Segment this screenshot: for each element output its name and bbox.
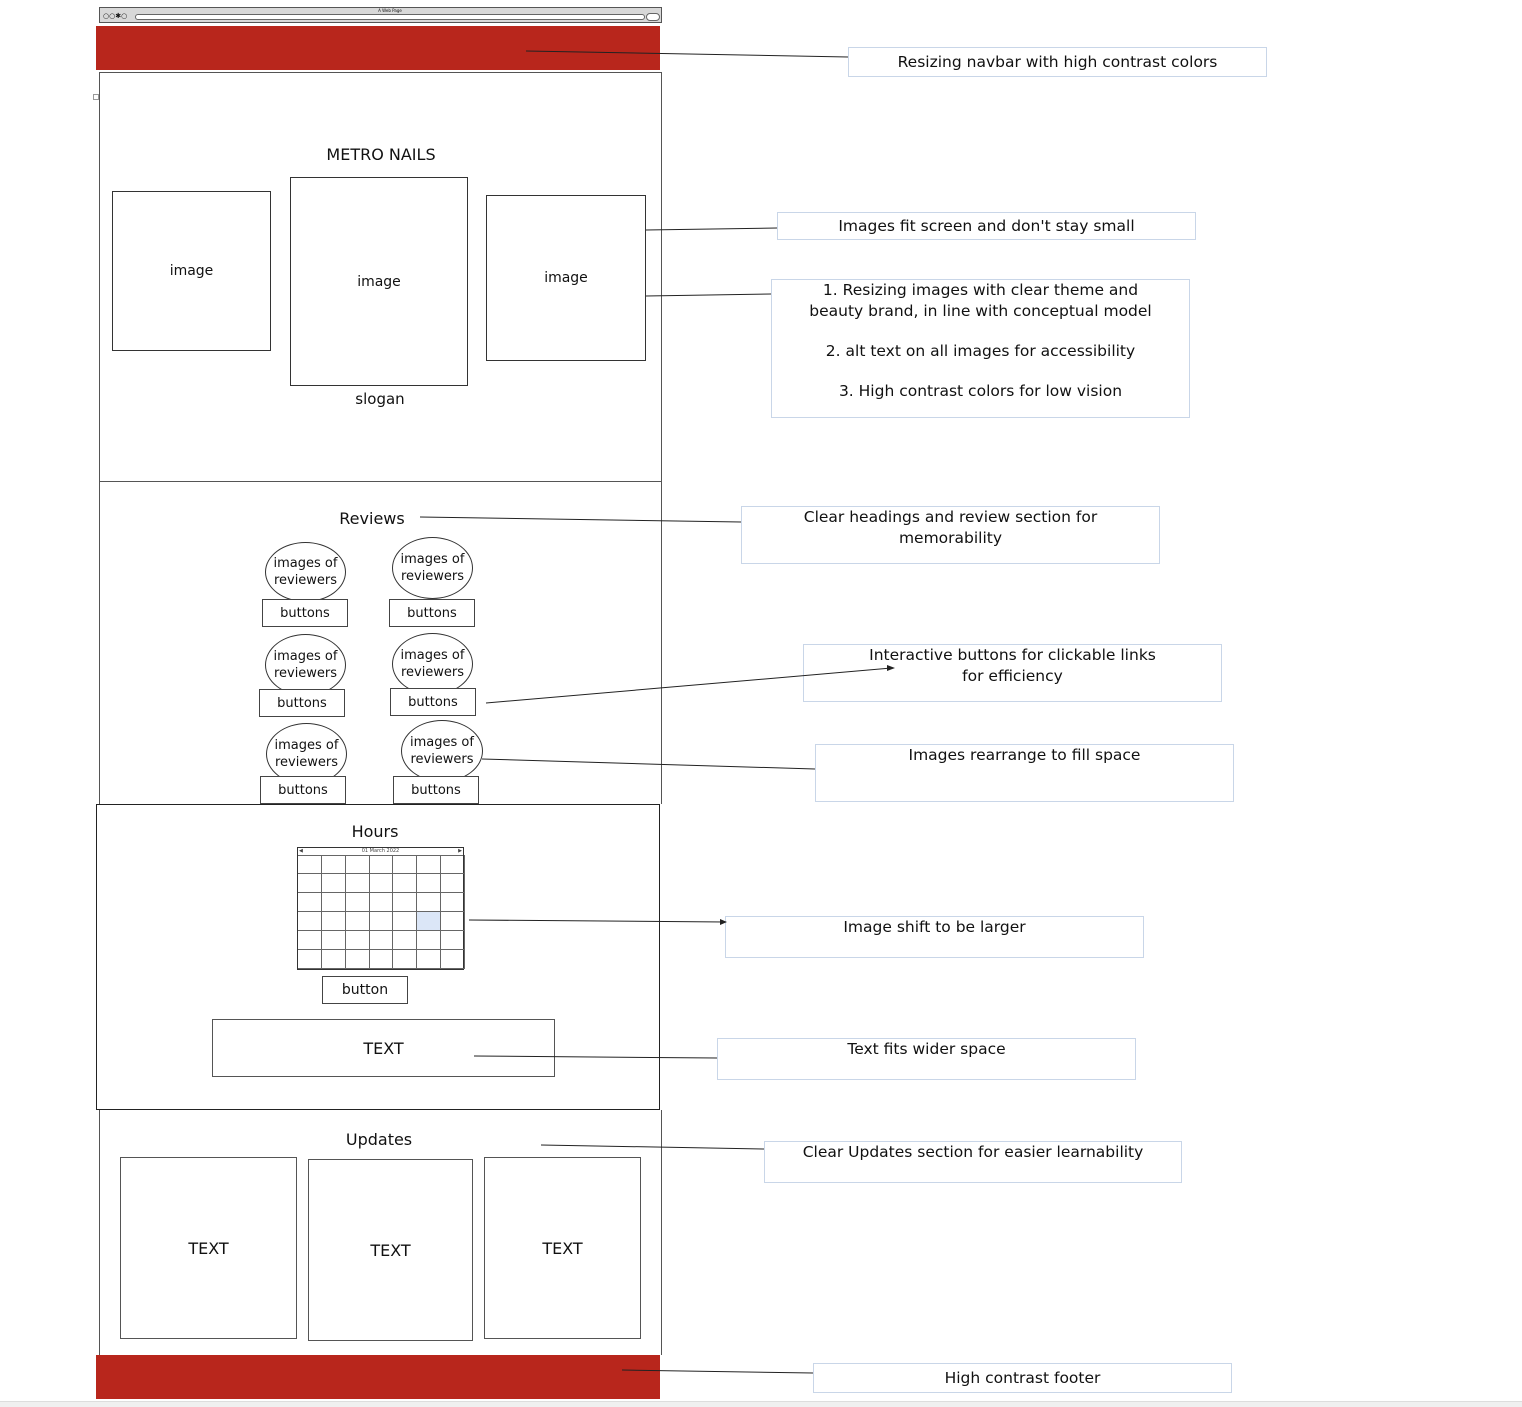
connector-line xyxy=(468,919,726,923)
connector-line xyxy=(540,1144,765,1150)
connector-line xyxy=(419,516,742,523)
arrowhead-icon xyxy=(887,665,895,671)
arrowhead-icon xyxy=(720,919,727,925)
connector-line xyxy=(481,758,816,770)
connector-line xyxy=(645,227,778,231)
connector-line xyxy=(525,50,849,58)
connector-line xyxy=(621,1369,814,1374)
connector-lines xyxy=(419,50,895,1374)
page-bottom-edge xyxy=(0,1401,1522,1407)
connector-line xyxy=(485,667,893,704)
connector-line xyxy=(645,293,772,297)
connector-line xyxy=(473,1055,718,1059)
